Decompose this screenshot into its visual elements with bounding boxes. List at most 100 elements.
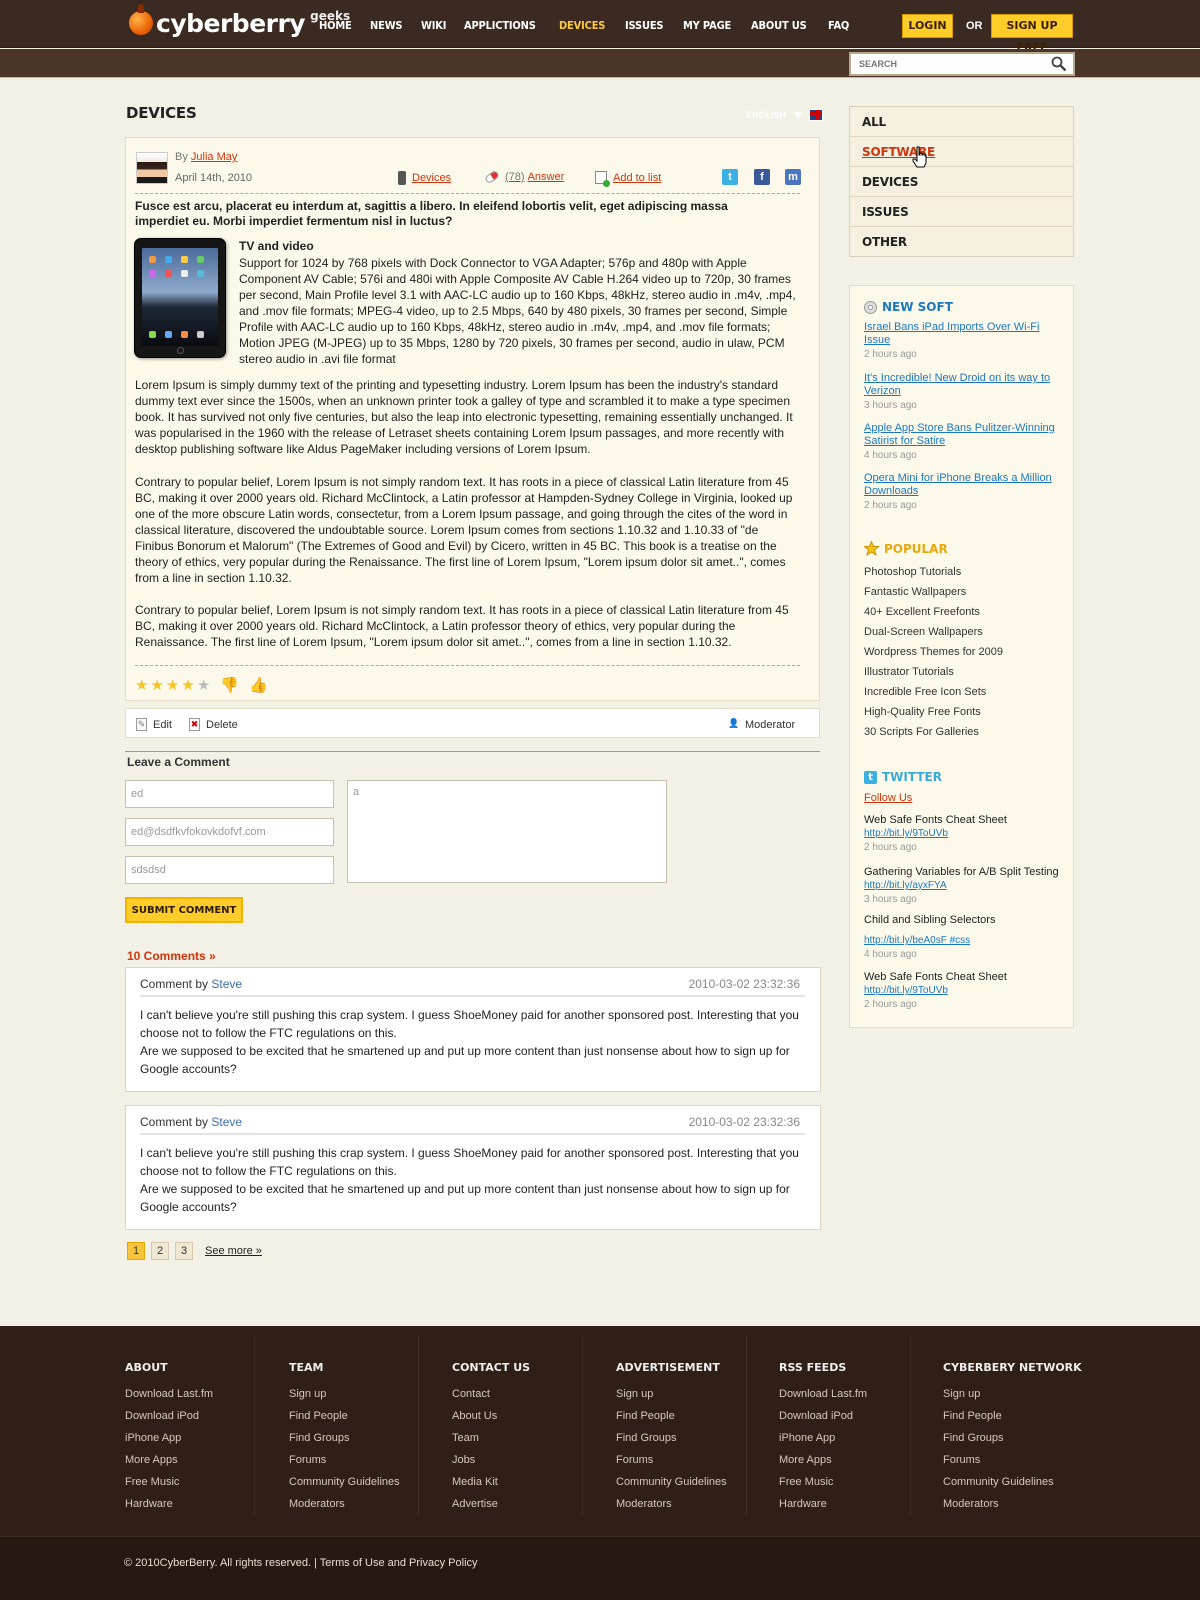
footer-link[interactable]: Moderators <box>943 1493 1082 1515</box>
footer-link[interactable]: Find People <box>289 1405 400 1427</box>
footer-link[interactable]: About Us <box>452 1405 530 1427</box>
footer-link[interactable]: Find Groups <box>289 1427 400 1449</box>
comment-author-link[interactable]: Steve <box>211 977 242 991</box>
new-soft-link[interactable]: Israel Bans iPad Imports Over Wi-Fi Issu… <box>864 321 1039 346</box>
page-2-button[interactable]: 2 <box>151 1242 169 1260</box>
search-icon[interactable] <box>1051 56 1067 72</box>
star-icon[interactable]: ★ <box>135 676 148 694</box>
login-button[interactable]: LOGIN <box>902 14 953 38</box>
popular-item[interactable]: 30 Scripts For Galleries <box>864 726 979 738</box>
footer-link[interactable]: Jobs <box>452 1449 530 1471</box>
popular-item[interactable]: Fantastic Wallpapers <box>864 586 966 598</box>
footer-link[interactable]: Sign up <box>616 1383 727 1405</box>
footer-link[interactable]: Find Groups <box>616 1427 727 1449</box>
footer-link[interactable]: Download iPod <box>779 1405 867 1427</box>
footer-link[interactable]: Find People <box>616 1405 727 1427</box>
tweet-link[interactable]: http://bit.ly/ayxFYA <box>864 880 947 891</box>
page-3-button[interactable]: 3 <box>175 1242 193 1260</box>
add-to-list-link[interactable]: Add to list <box>595 171 661 187</box>
nav-my-page[interactable]: MY PAGE <box>683 19 731 32</box>
email-field[interactable] <box>125 818 334 846</box>
category-devices[interactable]: DEVICES <box>850 167 1073 197</box>
follow-us-link[interactable]: Follow Us <box>864 792 912 804</box>
popular-item[interactable]: Dual-Screen Wallpapers <box>864 626 983 638</box>
footer-link[interactable]: Download iPod <box>125 1405 213 1427</box>
facebook-share-icon[interactable]: f <box>754 169 770 185</box>
footer-link[interactable]: Sign up <box>289 1383 400 1405</box>
footer-link[interactable]: Sign up <box>943 1383 1082 1405</box>
footer-link[interactable]: iPhone App <box>779 1427 867 1449</box>
category-other[interactable]: OTHER <box>850 227 1073 257</box>
new-soft-link[interactable]: Opera Mini for iPhone Breaks a Million D… <box>864 472 1052 497</box>
footer-link[interactable]: Team <box>452 1427 530 1449</box>
name-field[interactable] <box>125 780 334 808</box>
footer-link[interactable]: Community Guidelines <box>616 1471 727 1493</box>
rating-stars[interactable]: ★ ★ ★ ★ ★ 👎 👍 <box>135 676 270 694</box>
footer-link[interactable]: Find People <box>943 1405 1082 1427</box>
category-link[interactable]: Devices <box>398 171 451 185</box>
footer-link[interactable]: Hardware <box>779 1493 867 1515</box>
comments-count-link[interactable]: 10 Comments » <box>127 949 216 963</box>
page-1-button[interactable]: 1 <box>127 1242 145 1260</box>
footer-link[interactable]: Community Guidelines <box>943 1471 1082 1493</box>
search-input[interactable] <box>851 54 1041 74</box>
comment-author-link[interactable]: Steve <box>211 1115 242 1129</box>
footer-link[interactable]: Hardware <box>125 1493 213 1515</box>
star-icon[interactable]: ★ <box>150 676 163 694</box>
submit-comment-button[interactable]: SUBMIT COMMENT <box>125 897 243 923</box>
star-icon[interactable]: ★ <box>166 676 179 694</box>
nav-news[interactable]: NEWS <box>370 19 403 32</box>
delete-button[interactable]: ✖ Delete <box>189 718 238 731</box>
footer-link[interactable]: Forums <box>289 1449 400 1471</box>
nav-home[interactable]: HOME <box>319 19 352 32</box>
footer-link[interactable]: Community Guidelines <box>289 1471 400 1493</box>
popular-item[interactable]: 40+ Excellent Freefonts <box>864 606 980 618</box>
star-icon[interactable]: ★ <box>197 676 210 694</box>
twitter-share-icon[interactable]: t <box>722 169 738 185</box>
footer-link[interactable]: Forums <box>943 1449 1082 1471</box>
website-field[interactable] <box>125 856 334 884</box>
nav-wiki[interactable]: WIKI <box>421 19 446 32</box>
footer-link[interactable]: More Apps <box>779 1449 867 1471</box>
moderator-button[interactable]: 👤 Moderator <box>728 718 795 731</box>
footer-link[interactable]: Contact <box>452 1383 530 1405</box>
popular-item[interactable]: Incredible Free Icon Sets <box>864 686 986 698</box>
edit-button[interactable]: ✎ Edit <box>136 718 172 731</box>
popular-item[interactable]: Illustrator Tutorials <box>864 666 954 678</box>
popular-item[interactable]: High-Quality Free Fonts <box>864 706 981 718</box>
tweet-link[interactable]: http://bit.ly/beA0sF #css <box>864 934 970 947</box>
footer-link[interactable]: Download Last.fm <box>125 1383 213 1405</box>
see-more-link[interactable]: See more » <box>205 1245 262 1257</box>
new-soft-link[interactable]: It's Incredible! New Droid on its way to… <box>864 372 1050 397</box>
footer-link[interactable]: Moderators <box>289 1493 400 1515</box>
tweet-link[interactable]: http://bit.ly/9ToUVb <box>864 828 948 839</box>
footer-link[interactable]: Free Music <box>125 1471 213 1493</box>
footer-link[interactable]: Media Kit <box>452 1471 530 1493</box>
popular-item[interactable]: Wordpress Themes for 2009 <box>864 646 1003 658</box>
nav-devices[interactable]: DEVICES <box>559 19 605 32</box>
comment-textarea[interactable]: a <box>347 780 667 883</box>
footer-link[interactable]: Free Music <box>779 1471 867 1493</box>
nav-applications[interactable]: APPLICTIONS <box>464 19 536 32</box>
footer-link[interactable]: iPhone App <box>125 1427 213 1449</box>
author-link[interactable]: Julia May <box>191 151 237 163</box>
new-soft-link[interactable]: Apple App Store Bans Pulitzer-Winning Sa… <box>864 422 1055 447</box>
tweet-link[interactable]: http://bit.ly/9ToUVb <box>864 985 948 996</box>
footer-link[interactable]: Download Last.fm <box>779 1383 867 1405</box>
myspace-share-icon[interactable]: m <box>785 169 801 185</box>
footer-link[interactable]: Advertise <box>452 1493 530 1515</box>
nav-issues[interactable]: ISSUES <box>625 19 664 32</box>
category-issues[interactable]: ISSUES <box>850 197 1073 227</box>
category-all[interactable]: ALL <box>850 107 1073 137</box>
language-selector[interactable]: ENGLISH <box>746 109 824 121</box>
thumbs-down-icon[interactable]: 👎 <box>220 676 239 694</box>
signup-button[interactable]: SIGN UP FREE <box>991 14 1073 54</box>
site-logo[interactable]: cyberberry geeks <box>129 4 350 40</box>
nav-about-us[interactable]: ABOUT US <box>751 19 807 32</box>
thumbs-up-icon[interactable]: 👍 <box>249 676 268 694</box>
footer-link[interactable]: Find Groups <box>943 1427 1082 1449</box>
footer-link[interactable]: Forums <box>616 1449 727 1471</box>
answer-link[interactable]: (78) Answer <box>483 169 564 185</box>
popular-item[interactable]: Photoshop Tutorials <box>864 566 961 578</box>
author-avatar[interactable] <box>136 152 168 184</box>
